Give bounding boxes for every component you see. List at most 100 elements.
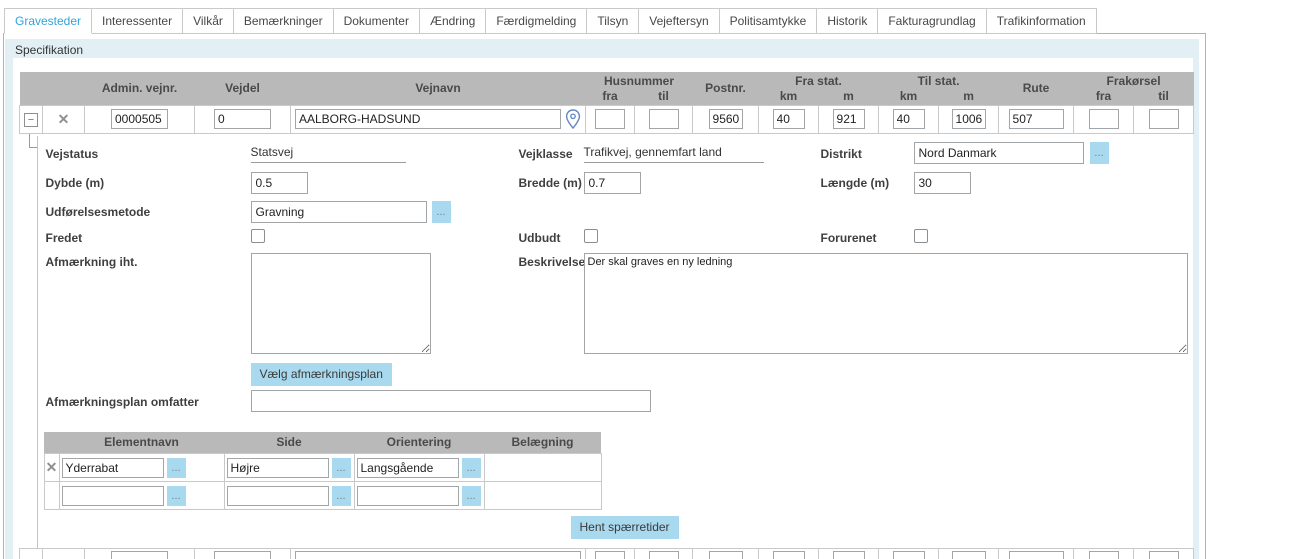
vejklasse-label: Vejklasse xyxy=(519,147,573,161)
husnummer-fra-input-new[interactable] xyxy=(595,551,625,559)
husnummer-fra-input[interactable] xyxy=(595,109,625,129)
orientering-lookup-button[interactable]: ... xyxy=(462,458,481,478)
vejnavn-input-new[interactable] xyxy=(295,551,581,559)
omfatter-input[interactable] xyxy=(251,390,651,412)
element-header-delete-col xyxy=(44,432,59,454)
fra-stat-km-input[interactable] xyxy=(773,109,805,129)
side-input-new[interactable] xyxy=(227,486,329,506)
forurenet-checkbox[interactable] xyxy=(914,229,928,243)
delete-row-icon[interactable]: ✕ xyxy=(58,111,70,127)
hent-spaerretider-button[interactable]: Hent spærretider xyxy=(571,516,679,539)
laengde-input[interactable] xyxy=(914,172,971,194)
tab-gravesteder[interactable]: Gravesteder xyxy=(4,8,92,34)
fra-stat-m-input-new[interactable] xyxy=(833,551,865,559)
header-frakorsel-til: til xyxy=(1134,89,1194,105)
fredet-checkbox[interactable] xyxy=(251,229,265,243)
header-fra-stat-km: km xyxy=(759,89,819,105)
vaelg-afmaerkningsplan-button[interactable]: Vælg afmærkningsplan xyxy=(251,363,392,386)
distrikt-lookup-button[interactable]: ... xyxy=(1090,142,1109,164)
elementnavn-lookup-button[interactable]: ... xyxy=(167,458,186,478)
side-cell: ... xyxy=(225,486,354,506)
tab-dokumenter[interactable]: Dokumenter xyxy=(333,8,420,34)
side-lookup-button[interactable]: ... xyxy=(332,458,351,478)
tab-aendring[interactable]: Ændring xyxy=(419,8,486,34)
husnummer-til-input-new[interactable] xyxy=(649,551,679,559)
udforelsesmetode-label: Udførelsesmetode xyxy=(46,205,151,219)
fra-stat-m-input[interactable] xyxy=(833,109,865,129)
fra-stat-km-input-new[interactable] xyxy=(773,551,805,559)
udforelsesmetode-lookup-button[interactable]: ... xyxy=(432,201,451,223)
header-admin-vejnr: Admin. vejnr. xyxy=(85,72,195,105)
til-stat-m-input[interactable] xyxy=(952,109,986,129)
postnr-input[interactable] xyxy=(709,109,743,129)
tab-fakturagrundlag[interactable]: Fakturagrundlag xyxy=(877,8,986,34)
vejnavn-cell-new xyxy=(291,551,585,559)
element-header-belaegning: Belægning xyxy=(484,432,601,454)
map-pin-icon[interactable] xyxy=(565,109,581,129)
udforelsesmetode-input[interactable] xyxy=(251,201,427,223)
til-stat-m-input-new[interactable] xyxy=(952,551,986,559)
frakorsel-til-input[interactable] xyxy=(1149,109,1179,129)
frakorsel-fra-input-new[interactable] xyxy=(1089,551,1119,559)
side-input[interactable] xyxy=(227,458,329,478)
tab-trafikinformation[interactable]: Trafikinformation xyxy=(986,8,1097,34)
admin-vejnr-input[interactable] xyxy=(111,109,168,129)
tab-interessenter[interactable]: Interessenter xyxy=(91,8,183,34)
elementnavn-cell: ... xyxy=(60,486,224,506)
collapse-row-icon[interactable]: − xyxy=(24,113,38,127)
detail-left-border xyxy=(37,136,38,548)
dybde-label: Dybde (m) xyxy=(46,176,105,190)
element-header-side: Side xyxy=(224,432,354,454)
elementnavn-input[interactable] xyxy=(62,458,164,478)
header-fra-stat: Fra stat. xyxy=(759,72,879,89)
vejklasse-value: Trafikvej, gennemfart land xyxy=(584,145,764,163)
vejstatus-value: Statsvej xyxy=(251,145,406,163)
distrikt-label: Distrikt xyxy=(821,147,862,161)
element-delete-row-icon[interactable]: ✕ xyxy=(46,459,58,475)
element-row-empty: ... ... ... xyxy=(44,482,601,510)
dybde-input[interactable] xyxy=(251,172,308,194)
rute-input[interactable] xyxy=(1009,109,1064,129)
header-til-stat: Til stat. xyxy=(879,72,999,89)
vejdel-input[interactable] xyxy=(214,109,271,129)
tab-tilsyn[interactable]: Tilsyn xyxy=(586,8,639,34)
elementnavn-input-new[interactable] xyxy=(62,486,164,506)
vejnavn-input[interactable] xyxy=(295,109,561,129)
afmaerkning-textarea[interactable] xyxy=(251,253,431,354)
elementnavn-lookup-button-new[interactable]: ... xyxy=(167,486,186,506)
til-stat-km-input[interactable] xyxy=(893,109,925,129)
tab-historik[interactable]: Historik xyxy=(816,8,878,34)
udbudt-checkbox[interactable] xyxy=(584,229,598,243)
tree-connector xyxy=(29,134,37,148)
tab-vejeftersyn[interactable]: Vejeftersyn xyxy=(638,8,719,34)
frakorsel-fra-input[interactable] xyxy=(1089,109,1119,129)
omfatter-label: Afmærkningsplan omfatter xyxy=(46,395,199,409)
tab-vilkaar[interactable]: Vilkår xyxy=(182,8,234,34)
header-vejdel: Vejdel xyxy=(195,72,291,105)
fredet-label: Fredet xyxy=(46,231,83,245)
tab-faerdigmelding[interactable]: Færdigmelding xyxy=(485,8,587,34)
postnr-input-new[interactable] xyxy=(709,551,743,559)
bredde-input[interactable] xyxy=(584,172,641,194)
husnummer-til-input[interactable] xyxy=(649,109,679,129)
frakorsel-til-input-new[interactable] xyxy=(1149,551,1179,559)
element-header-elementnavn: Elementnavn xyxy=(59,432,224,454)
tab-bemaerkninger[interactable]: Bemærkninger xyxy=(233,8,334,34)
tab-politisamtykke[interactable]: Politisamtykke xyxy=(719,8,818,34)
laengde-label: Længde (m) xyxy=(821,176,890,190)
udbudt-label: Udbudt xyxy=(519,231,561,245)
detail-panel: Vejstatus Statsvej Vejklasse Trafikvej, … xyxy=(20,134,1194,548)
table-row: − ✕ xyxy=(20,105,1194,133)
bredde-label: Bredde (m) xyxy=(519,176,582,190)
element-row: ✕ ... ... xyxy=(44,454,601,482)
orientering-input-new[interactable] xyxy=(357,486,459,506)
admin-vejnr-input-new[interactable] xyxy=(111,551,168,559)
vejdel-input-new[interactable] xyxy=(214,551,271,559)
distrikt-input[interactable] xyxy=(914,142,1084,164)
rute-input-new[interactable] xyxy=(1009,551,1064,559)
side-lookup-button-new[interactable]: ... xyxy=(332,486,351,506)
beskrivelse-textarea[interactable]: Der skal graves en ny ledning xyxy=(584,253,1188,354)
orientering-lookup-button-new[interactable]: ... xyxy=(462,486,481,506)
orientering-input[interactable] xyxy=(357,458,459,478)
til-stat-km-input-new[interactable] xyxy=(893,551,925,559)
